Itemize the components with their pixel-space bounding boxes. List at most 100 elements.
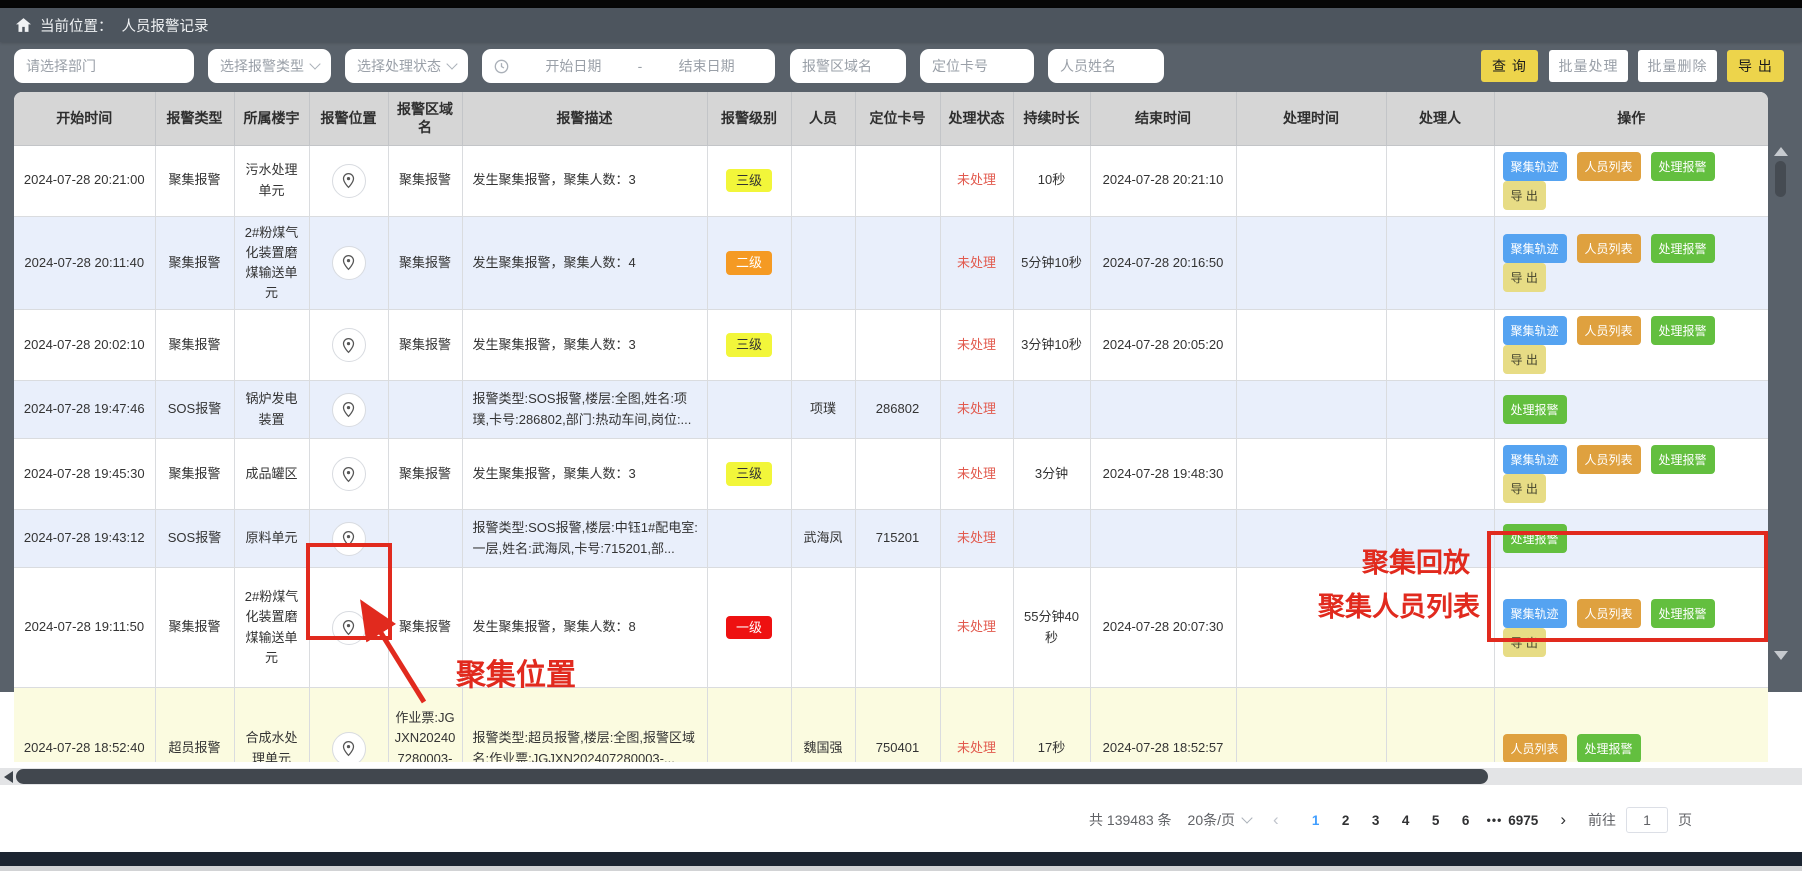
alarm-type-select[interactable]: 选择报警类型 (208, 49, 331, 83)
location-pin-button[interactable] (332, 732, 366, 762)
action-export-button[interactable]: 导 出 (1503, 345, 1546, 374)
cell-handle-time (1236, 310, 1386, 381)
cell-handler (1386, 510, 1494, 568)
action-export-button[interactable]: 导 出 (1503, 181, 1546, 210)
action-handle-button[interactable]: 处理报警 (1651, 599, 1715, 628)
action-track-button[interactable]: 聚集轨迹 (1503, 445, 1567, 474)
cell-alarm-type: 聚集报警 (155, 439, 234, 510)
next-page-button[interactable]: › (1554, 810, 1572, 830)
cell-start-time: 2024-07-28 20:11:40 (14, 216, 155, 310)
cell-end-time: 2024-07-28 20:05:20 (1090, 310, 1236, 381)
vertical-scrollbar-thumb[interactable] (1775, 161, 1786, 197)
action-list-button[interactable]: 人员列表 (1577, 316, 1641, 345)
scroll-down-arrow-icon[interactable] (1774, 651, 1788, 660)
cell-end-time: 2024-07-28 18:52:57 (1090, 688, 1236, 762)
cell-person (791, 310, 855, 381)
page-size-select[interactable]: 20条/页 (1188, 810, 1251, 830)
end-date-field[interactable]: 结束日期 (650, 56, 763, 76)
action-export-button[interactable]: 导 出 (1503, 263, 1546, 292)
action-track-button[interactable]: 聚集轨迹 (1503, 234, 1567, 263)
scroll-left-arrow-icon[interactable] (4, 771, 13, 783)
cell-alarm-position (309, 510, 388, 568)
action-track-button[interactable]: 聚集轨迹 (1503, 599, 1567, 628)
page-number-button[interactable]: 6 (1451, 813, 1481, 828)
action-export-button[interactable]: 导 出 (1503, 628, 1546, 657)
action-handle-button[interactable]: 处理报警 (1577, 734, 1641, 762)
location-pin-icon (341, 337, 356, 354)
location-pin-button[interactable] (332, 457, 366, 491)
batch-delete-button[interactable]: 批量删除 (1638, 50, 1717, 82)
vertical-scrollbar[interactable] (1772, 145, 1789, 662)
location-pin-button[interactable] (332, 522, 366, 556)
cell-alarm-level (707, 688, 791, 762)
pagination: 共 139483 条 20条/页 ‹ 123456•••6975 › 前往 页 (1089, 804, 1692, 836)
person-name-input[interactable] (1048, 49, 1164, 83)
cell-alarm-level: 三级 (707, 439, 791, 510)
horizontal-scrollbar[interactable] (0, 768, 1802, 785)
cell-handle-status: 未处理 (940, 439, 1013, 510)
goto-page-input[interactable] (1626, 807, 1668, 833)
cell-person: 魏国强 (791, 688, 855, 762)
cell-alarm-position (309, 145, 388, 216)
date-range-picker[interactable]: 开始日期 - 结束日期 (482, 49, 775, 83)
handle-status-text: 未处理 (957, 255, 996, 270)
cell-start-time: 2024-07-28 19:45:30 (14, 439, 155, 510)
page-number-button[interactable]: 2 (1331, 813, 1361, 828)
column-header: 处理人 (1386, 92, 1494, 145)
page-number-button[interactable]: 4 (1391, 813, 1421, 828)
handle-status-select[interactable]: 选择处理状态 (345, 49, 468, 83)
handle-status-text: 未处理 (957, 401, 996, 416)
query-button[interactable]: 查 询 (1481, 50, 1538, 82)
action-track-button[interactable]: 聚集轨迹 (1503, 152, 1567, 181)
action-handle-button[interactable]: 处理报警 (1651, 152, 1715, 181)
cell-description: 发生聚集报警，聚集人数：3 (462, 310, 707, 381)
handle-status-text: 未处理 (957, 337, 996, 352)
cell-handle-time (1236, 145, 1386, 216)
action-handle-button[interactable]: 处理报警 (1651, 234, 1715, 263)
action-list-button[interactable]: 人员列表 (1577, 599, 1641, 628)
batch-handle-button[interactable]: 批量处理 (1549, 50, 1628, 82)
page-number-button[interactable]: 1 (1301, 813, 1331, 828)
location-pin-icon (341, 530, 356, 547)
action-export-button[interactable]: 导 出 (1503, 474, 1546, 503)
horizontal-scrollbar-thumb[interactable] (16, 769, 1488, 784)
cell-duration (1013, 510, 1090, 568)
cell-duration: 17秒 (1013, 688, 1090, 762)
card-no-input[interactable] (920, 49, 1034, 83)
cell-end-time (1090, 510, 1236, 568)
action-list-button[interactable]: 人员列表 (1503, 734, 1567, 762)
action-handle-button[interactable]: 处理报警 (1651, 316, 1715, 345)
last-page-button[interactable]: 6975 (1508, 813, 1538, 828)
location-pin-button[interactable] (332, 611, 366, 645)
action-handle-button[interactable]: 处理报警 (1503, 524, 1567, 553)
action-list-button[interactable]: 人员列表 (1577, 234, 1641, 263)
action-handle-button[interactable]: 处理报警 (1651, 445, 1715, 474)
prev-page-button[interactable]: ‹ (1267, 810, 1285, 830)
export-button[interactable]: 导 出 (1727, 50, 1784, 82)
location-pin-button[interactable] (332, 164, 366, 198)
table-row: 2024-07-28 19:47:46SOS报警锅炉发电装置报警类型:SOS报警… (14, 381, 1768, 439)
scroll-up-arrow-icon[interactable] (1774, 147, 1788, 156)
action-track-button[interactable]: 聚集轨迹 (1503, 316, 1567, 345)
page-number-button[interactable]: 3 (1361, 813, 1391, 828)
area-name-input[interactable] (790, 49, 906, 83)
location-pin-button[interactable] (332, 246, 366, 280)
department-input[interactable] (14, 49, 194, 83)
start-date-field[interactable]: 开始日期 (517, 56, 630, 76)
action-handle-button[interactable]: 处理报警 (1503, 395, 1567, 424)
location-pin-button[interactable] (332, 393, 366, 427)
pagination-ellipsis[interactable]: ••• (1481, 813, 1509, 827)
cell-handle-status: 未处理 (940, 510, 1013, 568)
cell-duration (1013, 381, 1090, 439)
action-list-button[interactable]: 人员列表 (1577, 152, 1641, 181)
cell-operations: 聚集轨迹人员列表处理报警导 出 (1494, 568, 1768, 688)
page-number-button[interactable]: 5 (1421, 813, 1451, 828)
cell-alarm-position (309, 381, 388, 439)
column-header: 处理状态 (940, 92, 1013, 145)
handle-status-text: 未处理 (957, 466, 996, 481)
cell-handle-status: 未处理 (940, 145, 1013, 216)
location-pin-button[interactable] (332, 328, 366, 362)
cell-alarm-position (309, 310, 388, 381)
action-list-button[interactable]: 人员列表 (1577, 445, 1641, 474)
location-pin-icon (341, 619, 356, 636)
